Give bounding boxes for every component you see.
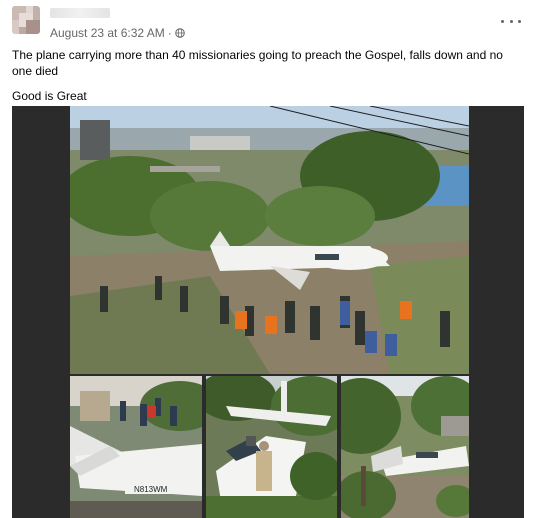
thumbnail-photo-2[interactable] (206, 376, 337, 518)
post-header: August 23 at 6:32 AM · (0, 0, 535, 44)
tail-number-text: N813WM (134, 485, 168, 494)
post-text-line2: Good is Great (12, 89, 87, 103)
author-name-redacted[interactable] (50, 8, 110, 18)
photo-collage: N813WM (12, 106, 524, 518)
globe-icon (174, 28, 185, 38)
post-message: The plane carrying more than 40 missiona… (12, 47, 522, 104)
more-options-icon[interactable] (501, 14, 521, 28)
timestamp-link[interactable]: August 23 at 6:32 AM (50, 26, 165, 40)
thumbnail-photo-3[interactable] (341, 376, 469, 518)
main-photo-crash-site[interactable] (70, 106, 469, 374)
separator: · (167, 26, 172, 40)
post-text-line1: The plane carrying more than 40 missiona… (12, 48, 503, 78)
thumbnail-photo-1[interactable]: N813WM (70, 376, 202, 518)
avatar[interactable] (12, 6, 40, 34)
post-meta: August 23 at 6:32 AM · (50, 26, 185, 40)
